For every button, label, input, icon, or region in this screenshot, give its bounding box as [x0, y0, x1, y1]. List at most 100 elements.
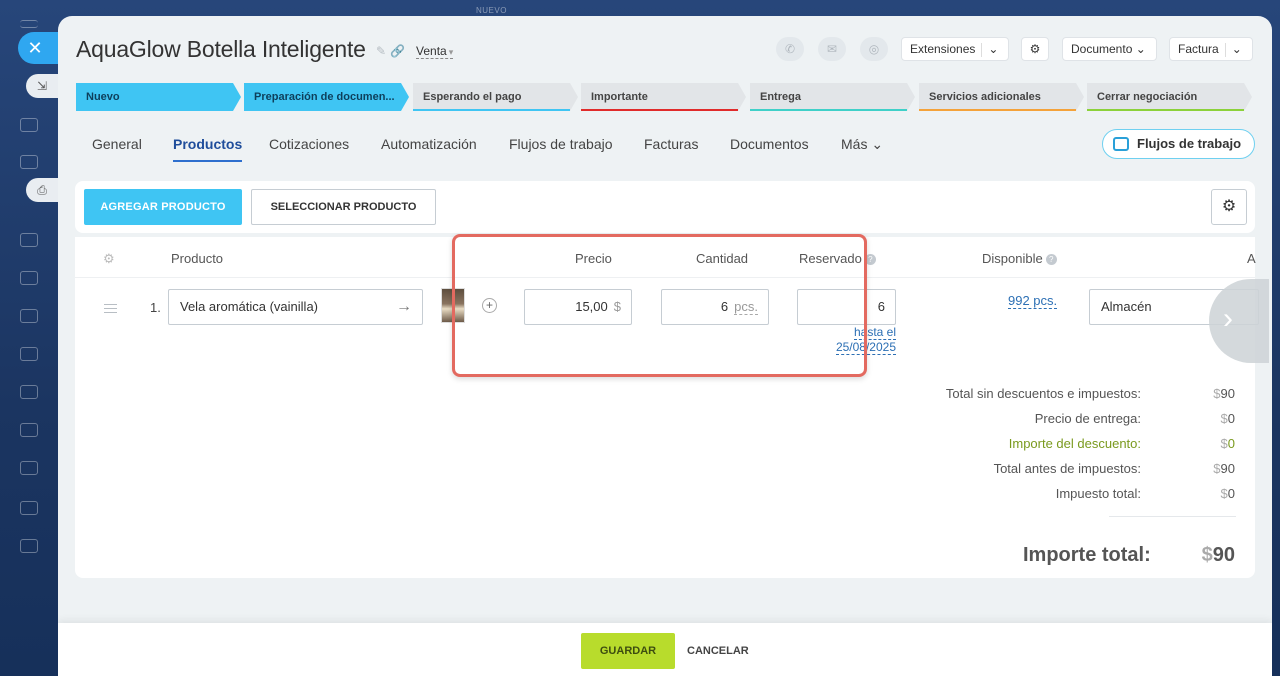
- minimize-icon[interactable]: ⇲: [26, 74, 58, 98]
- file-icon[interactable]: [20, 271, 38, 285]
- menu-icon[interactable]: [20, 20, 38, 28]
- document-icon[interactable]: [20, 155, 38, 169]
- workflows-label: Flujos de trabajo: [1137, 136, 1242, 151]
- chevron-down-icon: ⌄: [988, 42, 999, 56]
- chat-icon[interactable]: [20, 118, 38, 132]
- total-tax-label: Impuesto total:: [1055, 486, 1141, 501]
- users-icon[interactable]: [20, 423, 38, 437]
- cancel-button[interactable]: CANCELAR: [687, 633, 749, 669]
- stage-label: Preparación de documen...: [254, 91, 395, 103]
- product-name: Vela aromática (vainilla): [180, 299, 319, 314]
- extensions-label: Extensiones: [910, 42, 976, 56]
- stage-entrega[interactable]: Entrega: [750, 83, 915, 111]
- totals-divider: [1109, 516, 1236, 517]
- stage-importante[interactable]: Importante: [581, 83, 746, 111]
- tab-flujos[interactable]: Flujos de trabajo: [509, 136, 613, 152]
- page-title: AquaGlow Botella Inteligente: [76, 36, 366, 62]
- amount: 0: [1227, 486, 1235, 501]
- document-label: Documento: [1071, 42, 1133, 56]
- workflow-icon: [1113, 137, 1129, 151]
- tab-mas-label: Más: [841, 136, 868, 152]
- card-icon[interactable]: [20, 347, 38, 361]
- top-new-label: NUEVO: [476, 6, 507, 15]
- delivery-price-label: Precio de entrega:: [1034, 411, 1141, 426]
- mail-icon[interactable]: ✉: [818, 37, 846, 61]
- invoice-label: Factura: [1178, 42, 1219, 56]
- checklist-icon[interactable]: [20, 461, 38, 475]
- phone-icon[interactable]: ✆: [776, 37, 804, 61]
- edit-link-icons[interactable]: ✎🔗: [376, 44, 409, 58]
- stage-label: Nuevo: [86, 91, 120, 103]
- stage-label: Importante: [591, 91, 648, 103]
- gear-icon: ⚙: [1029, 42, 1041, 56]
- chevron-down-icon: ⌄: [1135, 42, 1146, 56]
- header-available: Disponible?: [982, 251, 1057, 266]
- deal-type-selector[interactable]: Venta ▾: [416, 44, 454, 59]
- left-sidebar: ✕ ⇲ ⎙: [0, 0, 58, 676]
- stage-label: Cerrar negociación: [1097, 91, 1198, 103]
- stage-cerrar-negociacion[interactable]: Cerrar negociación: [1087, 83, 1252, 111]
- stage-preparacion[interactable]: Preparación de documen...: [244, 83, 409, 111]
- robot-icon[interactable]: [20, 539, 38, 553]
- arrow-right-icon[interactable]: →: [396, 290, 412, 324]
- row-number: 1.: [150, 300, 161, 315]
- tab-documentos[interactable]: Documentos: [730, 136, 809, 152]
- header-product: Producto: [171, 251, 224, 266]
- tab-mas[interactable]: Más ⌄: [841, 136, 883, 153]
- amount: 0: [1227, 436, 1235, 451]
- amount: 90: [1220, 386, 1235, 401]
- total-before-tax-value: $90: [1195, 461, 1235, 476]
- add-product-button[interactable]: AGREGAR PRODUCTO: [84, 189, 242, 225]
- product-field[interactable]: Vela aromática (vainilla) →: [168, 289, 423, 325]
- mail-icon[interactable]: [20, 385, 38, 399]
- product-toolbar: AGREGAR PRODUCTO SELECCIONAR PRODUCTO ⚙: [75, 181, 1255, 233]
- drag-handle-icon[interactable]: [104, 304, 117, 313]
- invoice-button[interactable]: Factura ⌄: [1169, 37, 1253, 61]
- discount-amount-label: Importe del descuento:: [1008, 436, 1141, 451]
- tab-facturas[interactable]: Facturas: [644, 136, 698, 152]
- close-slider-button[interactable]: ✕: [18, 32, 58, 64]
- highlight-frame: [452, 234, 867, 377]
- chevron-down-icon: ⌄: [1231, 42, 1242, 56]
- settings-button[interactable]: ⚙: [1021, 37, 1049, 61]
- calendar-icon[interactable]: [20, 233, 38, 247]
- column-settings-icon[interactable]: ⚙: [103, 251, 115, 267]
- delivery-price-value: $0: [1195, 411, 1235, 426]
- select-product-button[interactable]: SELECCIONAR PRODUCTO: [251, 189, 436, 225]
- total-no-discount-value: $90: [1195, 386, 1235, 401]
- print-icon[interactable]: ⎙: [26, 178, 58, 202]
- currency-symbol: $: [1220, 411, 1228, 426]
- discount-amount-value: $0: [1195, 436, 1235, 451]
- reserved-value: 6: [877, 299, 885, 314]
- gear-icon[interactable]: ⚙: [1211, 189, 1247, 225]
- tab-general[interactable]: General: [92, 136, 142, 152]
- stage-esperando-pago[interactable]: Esperando el pago: [413, 83, 578, 111]
- amount: 90: [1220, 461, 1235, 476]
- chat-icon[interactable]: ◎: [860, 37, 888, 61]
- deal-type-label: Venta: [416, 44, 447, 58]
- total-tax-value: $0: [1195, 486, 1235, 501]
- available-quantity-link[interactable]: 992 pcs.: [1008, 293, 1058, 309]
- stage-servicios-adicionales[interactable]: Servicios adicionales: [919, 83, 1084, 111]
- grand-total-value: $90: [1175, 544, 1235, 567]
- workflows-button[interactable]: Flujos de trabajo: [1102, 129, 1255, 159]
- stage-label: Esperando el pago: [423, 91, 522, 103]
- monitor-icon[interactable]: [20, 309, 38, 323]
- chevron-down-icon: ▾: [448, 47, 454, 57]
- save-button[interactable]: GUARDAR: [581, 633, 675, 669]
- currency-symbol: $: [1213, 386, 1221, 401]
- total-no-discount-label: Total sin descuentos e impuestos:: [945, 386, 1141, 401]
- document-button[interactable]: Documento ⌄: [1062, 37, 1157, 61]
- tab-productos[interactable]: Productos: [173, 136, 243, 162]
- tab-cotizaciones[interactable]: Cotizaciones: [269, 136, 349, 152]
- tab-automatizacion[interactable]: Automatización: [381, 136, 477, 152]
- currency-symbol: $: [1220, 486, 1228, 501]
- currency-symbol: $: [1201, 544, 1213, 566]
- extensions-button[interactable]: Extensiones ⌄: [901, 37, 1009, 61]
- stage-nuevo[interactable]: Nuevo: [76, 83, 241, 111]
- filter-icon[interactable]: [20, 501, 38, 515]
- footer-bar: GUARDAR CANCELAR: [58, 623, 1272, 676]
- help-icon[interactable]: ?: [1045, 254, 1057, 266]
- pipeline-stages: Nuevo Preparación de documen... Esperand…: [76, 83, 1256, 111]
- amount: 90: [1212, 544, 1235, 566]
